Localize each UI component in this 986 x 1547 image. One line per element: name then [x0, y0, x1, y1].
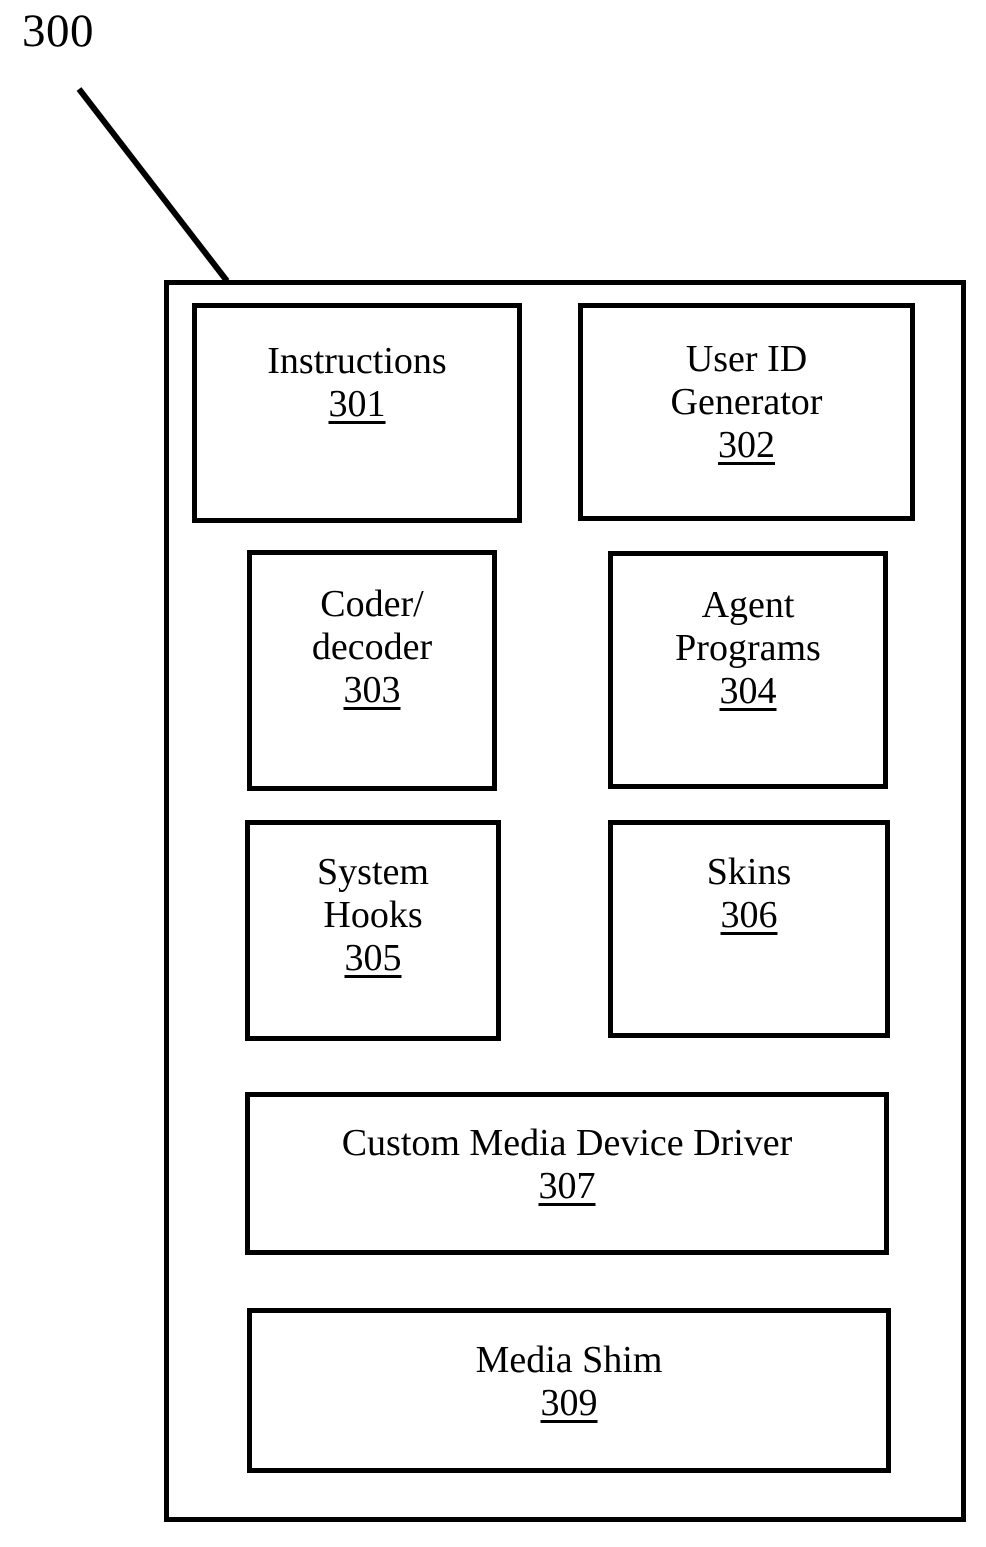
component-box-user-id-generator: User ID Generator 302 [578, 303, 915, 521]
component-box-system-hooks: System Hooks 305 [245, 820, 501, 1041]
component-ref-agent-programs: 304 [719, 669, 777, 712]
component-title-user-id-generator: User ID Generator [670, 338, 823, 423]
component-box-skins: Skins 306 [608, 820, 890, 1038]
component-box-media-shim: Media Shim 309 [247, 1308, 891, 1473]
component-ref-coder-decoder: 303 [343, 668, 401, 711]
component-ref-custom-media-device-driver: 307 [538, 1164, 596, 1207]
component-title-skins: Skins [706, 851, 792, 893]
component-box-coder-decoder: Coder/ decoder 303 [247, 550, 497, 791]
patent-figure-300: 300 Instructions 301 User ID Generator 3… [0, 0, 986, 1547]
component-ref-media-shim: 309 [540, 1381, 598, 1424]
component-box-custom-media-device-driver: Custom Media Device Driver 307 [245, 1092, 889, 1255]
component-title-system-hooks: System Hooks [317, 851, 429, 936]
component-box-agent-programs: Agent Programs 304 [608, 551, 888, 789]
component-title-instructions: Instructions [267, 340, 447, 382]
component-ref-system-hooks: 305 [344, 936, 402, 979]
component-title-agent-programs: Agent Programs [675, 584, 821, 669]
component-title-coder-decoder: Coder/ decoder [311, 583, 433, 668]
component-title-custom-media-device-driver: Custom Media Device Driver [341, 1122, 793, 1164]
component-ref-user-id-generator: 302 [718, 423, 775, 466]
component-ref-instructions: 301 [328, 382, 386, 425]
figure-number-label: 300 [22, 5, 94, 57]
component-box-instructions: Instructions 301 [192, 303, 522, 523]
component-ref-skins: 306 [720, 893, 778, 936]
component-title-media-shim: Media Shim [475, 1339, 663, 1381]
